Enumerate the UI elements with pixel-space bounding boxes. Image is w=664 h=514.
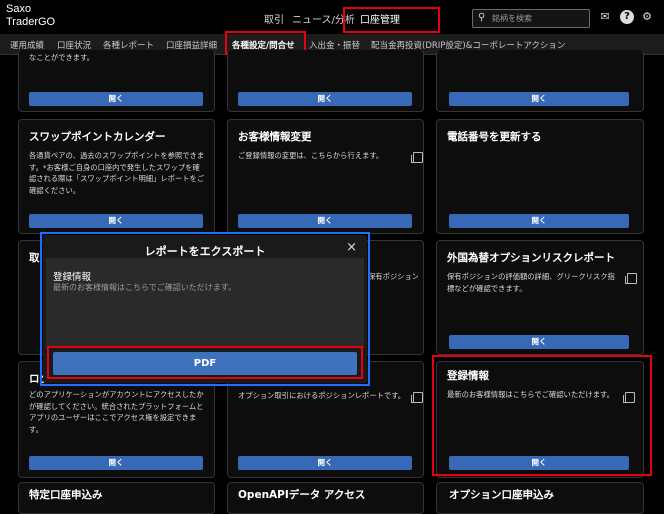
card-title: お客様情報変更: [238, 131, 312, 143]
card-top-right: 開く: [436, 50, 644, 112]
search-icon: ⚲: [478, 12, 486, 23]
highlight-pdf-button: [47, 346, 363, 379]
copy-icon[interactable]: [411, 152, 423, 163]
gear-icon[interactable]: ⚙: [640, 10, 654, 24]
card-option-account: オプション口座申込み: [436, 482, 644, 514]
top-bar: Saxo TraderGO 取引 ニュース/分析 口座管理 ⚲ 銘柄を検索 ✉ …: [0, 0, 664, 34]
card-fx-option-risk-report: 外国為替オプションリスクレポート 保有ポジションの評価額の詳細、グリークリスク指…: [436, 240, 644, 355]
open-button[interactable]: 開く: [449, 335, 629, 349]
copy-icon[interactable]: [411, 392, 423, 403]
open-button[interactable]: 開く: [238, 92, 412, 106]
nav-trade[interactable]: 取引: [264, 11, 284, 26]
report-name: 登録情報: [53, 272, 92, 283]
dialog-body: 登録情報 最新のお客様情報はこちらでご確認いただけます。: [46, 258, 364, 348]
mail-icon[interactable]: ✉: [598, 10, 612, 24]
card-desc: ご登録情報の変更は、こちらから行えます。: [238, 151, 384, 160]
close-icon[interactable]: ×: [346, 240, 357, 255]
search-box[interactable]: ⚲ 銘柄を検索: [472, 9, 590, 28]
help-icon[interactable]: ?: [620, 10, 634, 24]
card-customer-info-change: お客様情報変更 ご登録情報の変更は、こちらから行えます。 開く: [227, 119, 424, 234]
highlight-registration-card: [432, 355, 652, 476]
card-desc: オプション取引におけるポジションレポートです。: [238, 391, 406, 400]
open-button[interactable]: 開く: [238, 214, 412, 228]
highlight-account-nav: [343, 7, 440, 33]
card-top-left: なことができます。 開く: [18, 50, 215, 112]
search-input[interactable]: 銘柄を検索: [492, 13, 532, 24]
card-desc: なことができます。: [29, 53, 94, 62]
card-title: 外国為替オプションリスクレポート: [447, 252, 615, 264]
card-openapi-access: OpenAPIデータ アクセス: [227, 482, 424, 514]
card-desc: 各通貨ペアの、過去のスワップポイントを参照できます。*お客様ご自身の口座内で発生…: [29, 151, 205, 195]
card-title: 電話番号を更新する: [447, 131, 542, 143]
open-button[interactable]: 開く: [29, 214, 203, 228]
open-button[interactable]: 開く: [29, 456, 203, 470]
card-top-mid: 開く: [227, 50, 424, 112]
card-title: 取: [29, 252, 40, 264]
dialog-title: レポートをエクスポート: [144, 245, 266, 258]
open-button[interactable]: 開く: [449, 92, 629, 106]
copy-icon[interactable]: [625, 273, 637, 284]
open-button[interactable]: 開く: [238, 456, 412, 470]
card-desc: 保有ポジションの評価額の詳細、グリークリスク指標などが確認できます。: [447, 272, 615, 293]
card-title: スワップポイントカレンダー: [29, 131, 166, 143]
card-desc: どのアプリケーションがアカウントにアクセスしたかが確認してください。統合されたプ…: [29, 390, 204, 434]
card-desc: 保有ポジション概要を が確認できます。取引履歴を行: [368, 272, 418, 281]
card-update-phone: 電話番号を更新する 開く: [436, 119, 644, 234]
card-swap-calendar: スワップポイントカレンダー 各通貨ペアの、過去のスワップポイントを参照できます。…: [18, 119, 215, 234]
brand-line-2: TraderGO: [6, 16, 56, 28]
report-description: 最新のお客様情報はこちらでご確認いただけます。: [53, 283, 236, 292]
open-button[interactable]: 開く: [29, 92, 203, 106]
brand-line-1: Saxo: [6, 3, 32, 15]
brand-logo[interactable]: Saxo TraderGO: [6, 3, 55, 29]
card-specific-account: 特定口座申込み: [18, 482, 215, 514]
open-button[interactable]: 開く: [449, 214, 629, 228]
